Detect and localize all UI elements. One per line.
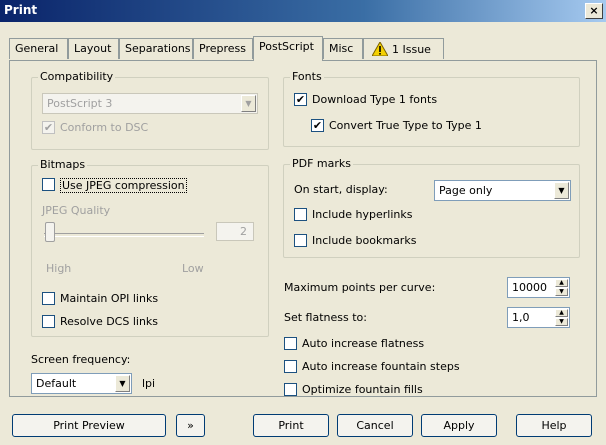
flatness-spinner[interactable]: 1,0 ▲ ▼ (507, 307, 570, 328)
check-icon: ✔ (312, 119, 323, 132)
include-hyperlinks-label: Include hyperlinks (312, 208, 413, 221)
max-points-spinner[interactable]: 10000 ▲ ▼ (507, 277, 570, 298)
fonts-group: Fonts ✔ Download Type 1 fonts ✔ Convert … (283, 70, 580, 147)
spin-down-icon[interactable]: ▼ (555, 318, 568, 326)
tab-label: 1 Issue (392, 43, 431, 56)
max-points-label: Maximum points per curve: (284, 281, 436, 294)
spin-down-icon[interactable]: ▼ (555, 288, 568, 296)
auto-fountain-checkbox[interactable] (284, 360, 297, 373)
bitmaps-label: Bitmaps (38, 158, 88, 171)
on-start-label: On start, display: (294, 183, 388, 196)
high-label: High (46, 262, 72, 275)
resolve-dcs-checkbox[interactable] (42, 315, 55, 328)
compatibility-group: Compatibility PostScript 3 ▼ ✔ Conform t… (31, 70, 269, 150)
lpi-label: lpi (142, 377, 156, 390)
tab-misc[interactable]: Misc (323, 38, 363, 59)
tab-separations[interactable]: Separations (119, 38, 193, 59)
compatibility-value: PostScript 3 (47, 97, 113, 110)
jpeg-quality-field[interactable]: 2 (216, 222, 254, 241)
screen-frequency-select[interactable]: Default ▼ (31, 373, 132, 394)
tab-label: General (15, 42, 59, 55)
include-bookmarks-label: Include bookmarks (312, 234, 417, 247)
tab-label: PostScript (259, 40, 314, 53)
optimize-fountain-label: Optimize fountain fills (302, 383, 423, 396)
auto-flatness-label: Auto increase flatness (302, 337, 425, 350)
chevron-down-icon: ▼ (241, 95, 256, 112)
pdf-marks-group: PDF marks On start, display: Page only ▼… (283, 157, 580, 258)
chevron-down-icon: ▼ (554, 182, 569, 199)
download-type1-checkbox[interactable]: ✔ (294, 93, 307, 106)
tab-label: Misc (329, 42, 354, 55)
tab-panel: Compatibility PostScript 3 ▼ ✔ Conform t… (9, 60, 597, 397)
flatness-label: Set flatness to: (284, 311, 367, 324)
apply-button[interactable]: Apply (421, 414, 497, 437)
cancel-button[interactable]: Cancel (337, 414, 413, 437)
print-preview-button[interactable]: Print Preview (12, 414, 166, 437)
double-arrow-icon: » (187, 419, 194, 432)
download-type1-label: Download Type 1 fonts (312, 93, 438, 106)
button-label: Print (278, 419, 304, 432)
on-start-select[interactable]: Page only ▼ (434, 180, 571, 201)
maintain-opi-label: Maintain OPI links (60, 292, 159, 305)
pdf-marks-label: PDF marks (290, 157, 354, 170)
button-label: Print Preview (53, 419, 125, 432)
maintain-opi-checkbox[interactable] (42, 292, 55, 305)
screen-frequency-value: Default (36, 377, 77, 390)
convert-truetype-label: Convert True Type to Type 1 (329, 119, 482, 132)
preview-toggle-button[interactable]: » (176, 414, 205, 437)
button-label: Apply (443, 419, 475, 432)
use-jpeg-label: Use JPEG compression (60, 178, 187, 193)
conform-dsc-checkbox[interactable]: ✔ (42, 121, 55, 134)
window-title: Print (4, 3, 38, 17)
tab-label: Layout (74, 42, 112, 55)
use-jpeg-checkbox[interactable] (42, 178, 55, 191)
warning-icon (371, 40, 389, 57)
spin-up-icon[interactable]: ▲ (555, 279, 568, 287)
tab-label: Separations (125, 42, 191, 55)
convert-truetype-checkbox[interactable]: ✔ (311, 119, 324, 132)
fonts-label: Fonts (290, 70, 324, 83)
optimize-fountain-checkbox[interactable] (284, 383, 297, 396)
jpeg-quality-slider[interactable] (44, 233, 204, 237)
low-label: Low (182, 262, 204, 275)
chevron-down-icon: ▼ (115, 375, 130, 392)
auto-flatness-checkbox[interactable] (284, 337, 297, 350)
button-label: Help (541, 419, 567, 432)
tab-label: Prepress (199, 42, 246, 55)
check-icon: ✔ (295, 93, 306, 106)
help-button[interactable]: Help (516, 414, 592, 437)
close-icon: × (589, 4, 599, 17)
screen-frequency-label: Screen frequency: (31, 353, 131, 366)
jpeg-quality-label: JPEG Quality (42, 204, 111, 217)
tab-general[interactable]: General (9, 38, 68, 59)
print-dialog: Print × General Layout Separations Prepr… (0, 0, 606, 445)
flatness-value: 1,0 (512, 311, 530, 324)
on-start-value: Page only (439, 184, 493, 197)
title-bar[interactable]: Print × (0, 0, 606, 22)
auto-fountain-label: Auto increase fountain steps (302, 360, 460, 373)
jpeg-quality-value: 2 (240, 225, 247, 238)
close-button[interactable]: × (585, 3, 603, 19)
slider-thumb[interactable] (45, 222, 55, 242)
spin-up-icon[interactable]: ▲ (555, 309, 568, 317)
bitmaps-group: Bitmaps Use JPEG compression JPEG Qualit… (31, 158, 269, 337)
button-label: Cancel (356, 419, 394, 432)
include-bookmarks-checkbox[interactable] (294, 234, 307, 247)
include-hyperlinks-checkbox[interactable] (294, 208, 307, 221)
compatibility-select[interactable]: PostScript 3 ▼ (42, 93, 258, 114)
tab-issues[interactable]: 1 Issue (363, 38, 444, 59)
resolve-dcs-label: Resolve DCS links (60, 315, 159, 328)
tab-layout[interactable]: Layout (68, 38, 119, 59)
tab-postscript[interactable]: PostScript (253, 36, 323, 61)
max-points-value: 10000 (512, 281, 547, 294)
compatibility-label: Compatibility (38, 70, 116, 83)
print-button[interactable]: Print (253, 414, 329, 437)
check-icon: ✔ (43, 121, 54, 134)
conform-dsc-label: Conform to DSC (60, 121, 149, 134)
tab-prepress[interactable]: Prepress (193, 38, 253, 59)
